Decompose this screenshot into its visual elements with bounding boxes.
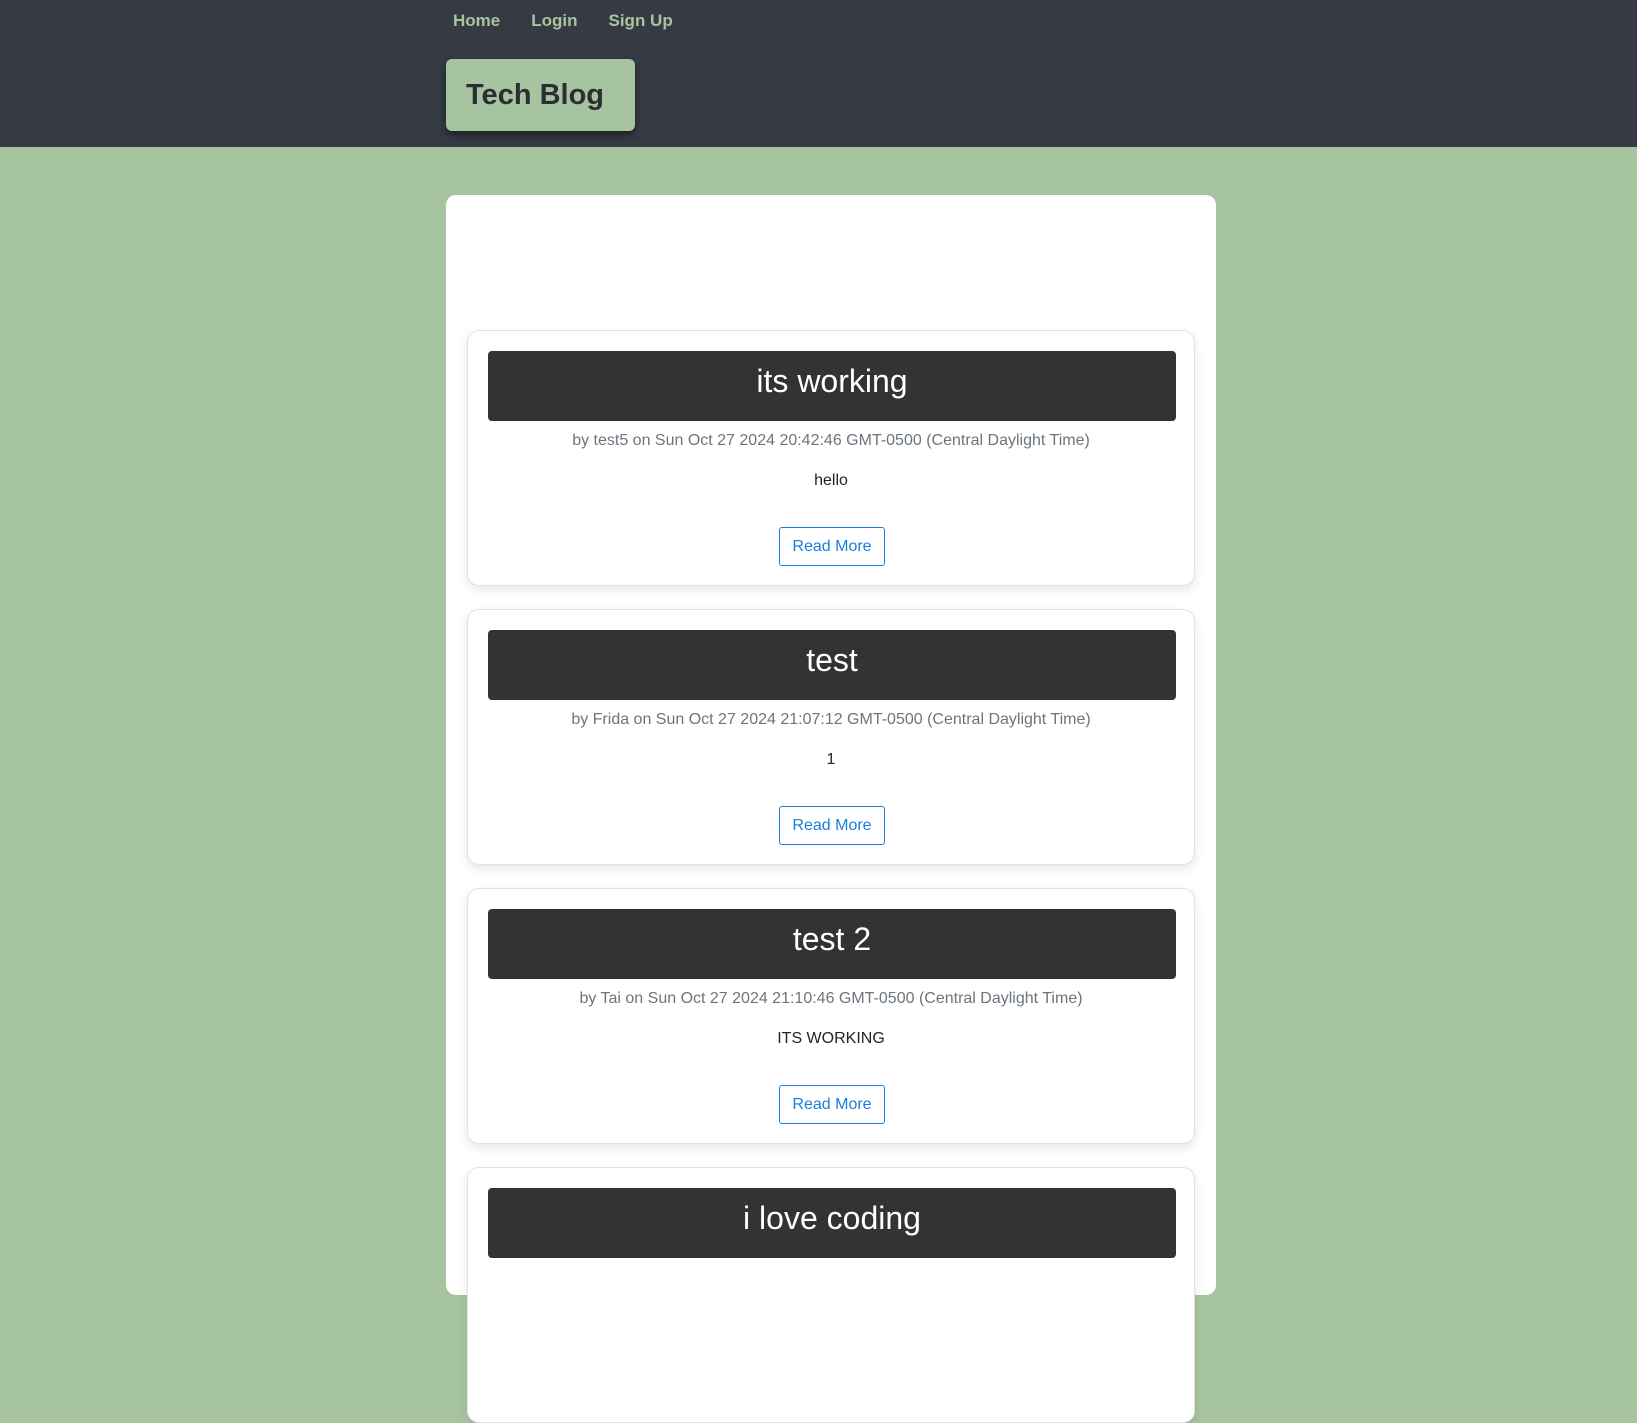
post-card: its working by test5 on Sun Oct 27 2024 …: [467, 330, 1195, 586]
nav-login-link[interactable]: Login: [531, 10, 577, 32]
site-title: Tech Blog: [446, 59, 635, 131]
read-more-button[interactable]: Read More: [779, 527, 885, 566]
read-more-button[interactable]: Read More: [779, 1085, 885, 1124]
post-meta: by Frida on Sun Oct 27 2024 21:07:12 GMT…: [571, 711, 1091, 728]
post-meta: by test5 on Sun Oct 27 2024 20:42:46 GMT…: [572, 432, 1090, 449]
read-more-button[interactable]: Read More: [779, 806, 885, 845]
post-body: 1: [826, 751, 836, 768]
post-title: its working: [488, 351, 1176, 421]
post-title: test: [488, 630, 1176, 700]
posts-container: its working by test5 on Sun Oct 27 2024 …: [446, 195, 1216, 1423]
post-body: ITS WORKING: [777, 1030, 885, 1047]
post-meta: by Tai on Sun Oct 27 2024 21:10:46 GMT-0…: [579, 990, 1083, 1007]
site-header: Home Login Sign Up Tech Blog: [0, 0, 1637, 147]
nav-home-link[interactable]: Home: [453, 10, 500, 32]
nav-signup-link[interactable]: Sign Up: [609, 10, 673, 32]
post-title: i love coding: [488, 1188, 1176, 1258]
post-card: test by Frida on Sun Oct 27 2024 21:07:1…: [467, 609, 1195, 865]
post-title: test 2: [488, 909, 1176, 979]
main-nav: Home Login Sign Up: [453, 10, 673, 32]
post-card: i love coding: [467, 1167, 1195, 1423]
post-card: test 2 by Tai on Sun Oct 27 2024 21:10:4…: [467, 888, 1195, 1144]
post-body: hello: [814, 472, 848, 489]
